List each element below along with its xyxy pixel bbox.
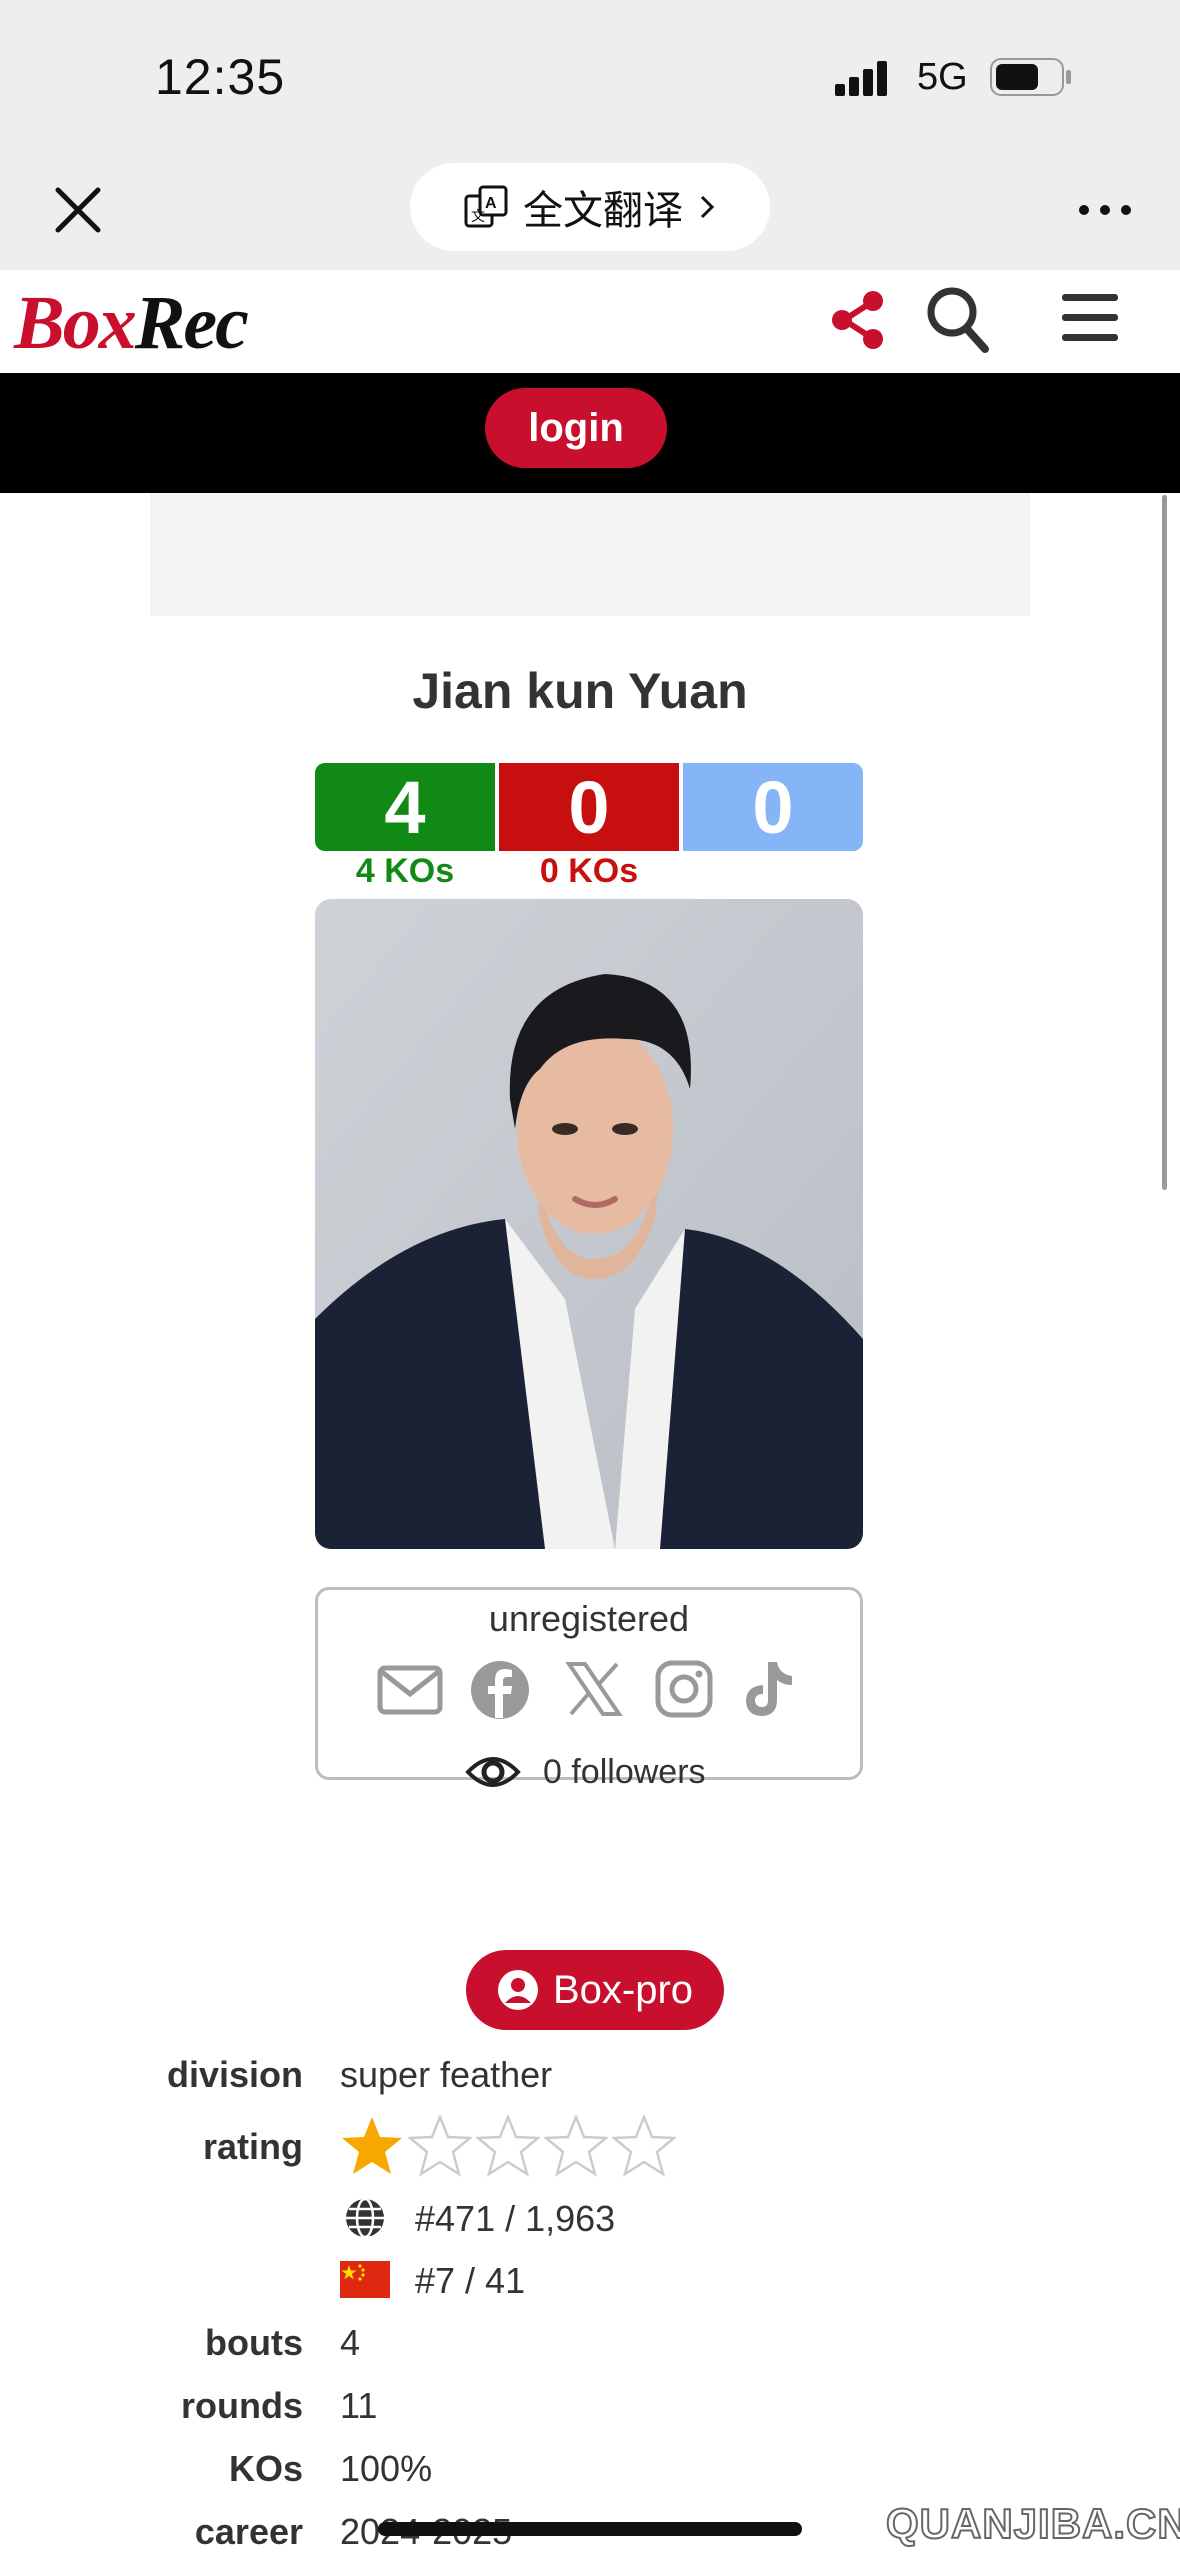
logo-box-text: Box [14, 281, 137, 365]
hamburger-menu-icon[interactable] [1062, 292, 1118, 344]
star-empty-icon [612, 2115, 676, 2177]
boxer-photo [315, 899, 863, 1549]
close-icon[interactable] [48, 180, 108, 240]
country-rank[interactable]: #7 / 41 [415, 2260, 525, 2302]
rating-label: rating [202, 2126, 303, 2167]
network-label: 5G [917, 56, 968, 98]
rating-stars [340, 2115, 676, 2177]
star-empty-icon [408, 2115, 472, 2177]
login-button[interactable]: login [485, 388, 667, 468]
win-kos: 4 KOs [355, 852, 455, 890]
svg-text:A: A [485, 195, 497, 212]
logo-rec-text: Rec [134, 281, 249, 365]
losses-count: 0 [499, 763, 679, 851]
status-time: 12:35 [155, 49, 286, 105]
instagram-icon[interactable] [655, 1660, 713, 1718]
china-flag-icon [340, 2261, 390, 2298]
share-icon[interactable] [830, 290, 886, 350]
facebook-icon[interactable] [470, 1660, 530, 1720]
registration-status: unregistered [488, 1598, 690, 1639]
globe-icon [346, 2197, 384, 2239]
email-icon[interactable] [377, 1660, 443, 1720]
kos-label: KOs [228, 2448, 303, 2489]
eye-icon [465, 1757, 521, 1787]
tiktok-icon[interactable] [740, 1660, 796, 1720]
scrollbar[interactable] [1162, 495, 1167, 1190]
box-pro-button[interactable]: Box-pro [466, 1950, 724, 2030]
more-options-icon[interactable] [1070, 190, 1140, 230]
bouts-label: bouts [205, 2322, 303, 2363]
division-label: division [166, 2054, 303, 2095]
draws-count: 0 [683, 763, 863, 851]
boxer-name: Jian kun Yuan [412, 663, 748, 719]
watermark-text: QUANJIBA.CN [885, 2499, 1180, 2548]
battery-icon [990, 58, 1071, 96]
rounds-value: 11 [340, 2385, 378, 2426]
kos-value: 100% [340, 2448, 433, 2489]
loss-kos: 0 KOs [539, 852, 639, 890]
star-empty-icon [544, 2115, 608, 2177]
x-twitter-icon[interactable] [565, 1660, 623, 1718]
home-indicator[interactable] [378, 2522, 802, 2536]
signal-icon [835, 61, 887, 96]
wins-count: 4 [315, 763, 495, 851]
chevron-right-icon [700, 195, 715, 219]
world-rank[interactable]: #471 / 1,963 [415, 2198, 615, 2240]
user-circle-icon [497, 1970, 538, 2010]
ad-placeholder [150, 493, 1030, 616]
svg-text:文: 文 [471, 208, 485, 224]
followers-link[interactable]: 0 followers [465, 1752, 706, 1792]
boxrec-logo[interactable]: BoxRec [14, 280, 249, 367]
followers-count: 0 followers [543, 1752, 706, 1791]
translate-icon: A 文 [464, 185, 508, 228]
search-icon[interactable] [925, 285, 991, 355]
translate-button[interactable]: A 文 全文翻译 [410, 163, 770, 251]
translate-label: 全文翻译 [523, 189, 683, 233]
division-value[interactable]: super feather [340, 2054, 552, 2096]
bouts-value: 4 [340, 2322, 361, 2363]
star-empty-icon [476, 2115, 540, 2177]
star-filled-icon [342, 2117, 402, 2174]
career-label: career [194, 2511, 303, 2552]
box-pro-label: Box-pro [552, 1967, 694, 2012]
rounds-label: rounds [181, 2385, 303, 2426]
